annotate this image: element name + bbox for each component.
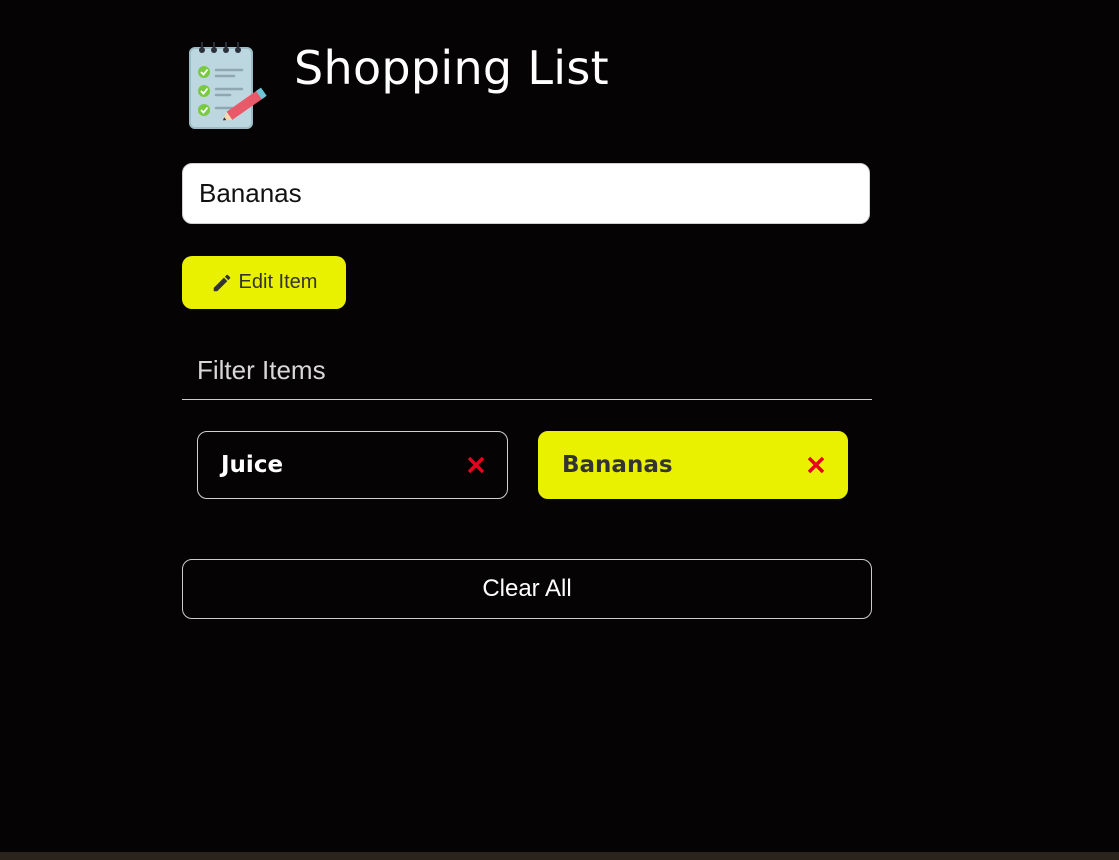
item-list: Juice Bananas: [197, 431, 857, 499]
app-header: Shopping List: [186, 40, 609, 130]
edit-item-button-label: Edit Item: [238, 271, 318, 293]
item-input[interactable]: [182, 163, 870, 224]
pencil-icon: [211, 272, 233, 294]
list-item-editing[interactable]: Bananas: [538, 431, 848, 499]
filter-input[interactable]: [182, 348, 872, 392]
notepad-checklist-icon: [186, 40, 274, 130]
page-bottom-strip: [0, 852, 1119, 860]
filter-container: [182, 340, 872, 400]
close-icon[interactable]: [465, 454, 487, 476]
list-item-label: Bananas: [562, 452, 673, 478]
list-item-label: Juice: [221, 452, 284, 478]
page-title: Shopping List: [294, 40, 609, 95]
edit-item-button[interactable]: Edit Item: [182, 256, 346, 309]
list-item[interactable]: Juice: [197, 431, 508, 499]
clear-all-button[interactable]: Clear All: [182, 559, 872, 619]
close-icon[interactable]: [805, 454, 827, 476]
